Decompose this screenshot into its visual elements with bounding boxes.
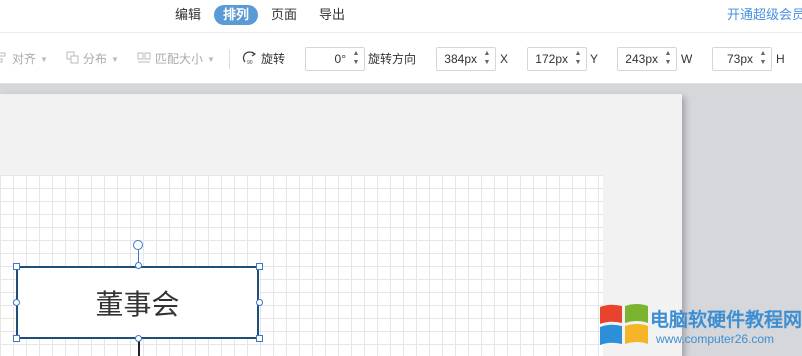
x-position-input[interactable]: 384px ▲ ▼ [436,47,496,71]
rotate-handle[interactable] [133,240,143,250]
y-position-value: 172px [535,52,568,66]
rotate-label: 旋转 [261,52,286,67]
y-position-input[interactable]: 172px ▲ ▼ [527,47,587,71]
connector-line[interactable] [138,340,140,356]
align-label: 对齐 [12,52,37,66]
menu-page[interactable]: 页面 [266,5,302,25]
stepper-icon[interactable]: ▲ ▼ [662,49,674,69]
x-label: X [500,52,509,66]
selected-shape[interactable]: 董事会 [16,266,259,339]
rotate-icon: 90 [242,50,257,70]
rotate-button[interactable]: 90 旋转 [242,50,285,68]
resize-handle-top-right[interactable] [256,263,263,270]
arrange-toolbar: 对齐 ▼ 分布 ▼ 匹配大小 ▼ 90 旋转 0° ▲ ▼ 旋转方向 384px ▲ ▼ … [0,33,802,84]
align-button[interactable]: 对齐 ▼ [0,50,48,68]
top-menubar: 编辑 排列 页面 导出 开通超级会员 [0,0,802,33]
width-input[interactable]: 243px ▲ ▼ [617,47,677,71]
shape-label[interactable]: 董事会 [18,268,257,337]
x-position-value: 384px [444,52,477,66]
toolbar-divider [229,49,230,69]
height-input[interactable]: 73px ▲ ▼ [712,47,772,71]
stepper-icon[interactable]: ▲ ▼ [572,49,584,69]
h-label: H [776,52,785,66]
rotation-angle-input[interactable]: 0° ▲ ▼ [305,47,365,71]
menu-export[interactable]: 导出 [314,5,350,25]
width-value: 243px [625,52,658,66]
chevron-down-icon: ▼ [40,54,48,64]
chevron-down-icon: ▼ [111,54,119,64]
match-size-label: 匹配大小 [155,52,204,66]
vip-upgrade-link[interactable]: 开通超级会员 [727,5,802,25]
menu-arrange[interactable]: 排列 [214,5,258,25]
match-size-button[interactable]: 匹配大小 ▼ [137,50,215,68]
y-label: Y [590,52,599,66]
chevron-down-icon: ▼ [207,54,215,64]
height-value: 73px [726,52,753,66]
windows-logo-icon [600,304,648,345]
stepper-icon[interactable]: ▲ ▼ [757,49,769,69]
stepper-icon[interactable]: ▲ ▼ [481,49,493,69]
resize-handle-bottom[interactable] [135,335,142,342]
menu-edit[interactable]: 编辑 [170,5,206,25]
resize-handle-right[interactable] [256,299,263,306]
svg-text:90: 90 [247,60,253,65]
rotation-direction-label: 旋转方向 [368,52,417,66]
resize-handle-top-left[interactable] [13,263,20,270]
align-icon [0,51,8,69]
stepper-icon[interactable]: ▲ ▼ [350,49,362,69]
w-label: W [681,52,693,66]
watermark-url: www.computer26.com [656,332,775,346]
resize-handle-bottom-right[interactable] [256,335,263,342]
distribute-icon [66,51,79,69]
resize-handle-bottom-left[interactable] [13,335,20,342]
resize-handle-left[interactable] [13,299,20,306]
site-watermark: 电脑软硬件教程网 www.computer26.com [596,297,802,356]
rotation-angle-value: 0° [334,52,346,66]
watermark-title: 电脑软硬件教程网 [650,310,802,331]
match-size-icon [137,51,151,69]
distribute-button[interactable]: 分布 ▼ [66,50,119,68]
distribute-label: 分布 [83,52,108,66]
resize-handle-top[interactable] [135,262,142,269]
